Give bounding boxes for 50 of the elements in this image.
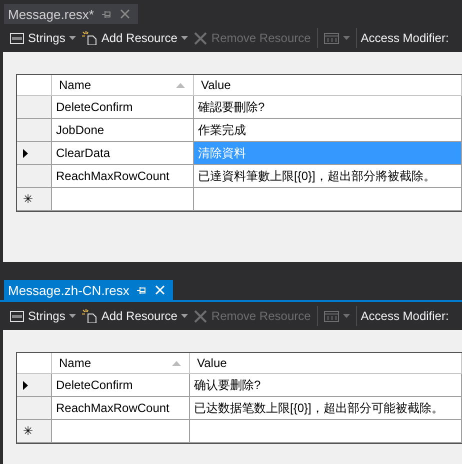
value-cell[interactable]: 已達資料筆數上限[{0}]，超出部分將被截除。 bbox=[194, 165, 462, 188]
name-cell[interactable]: DeleteConfirm bbox=[52, 374, 190, 397]
add-resource-dropdown[interactable]: Add Resource bbox=[80, 309, 190, 323]
close-icon[interactable] bbox=[120, 9, 130, 19]
dropdown-caret-icon bbox=[69, 314, 76, 318]
new-name-cell[interactable] bbox=[52, 420, 190, 443]
column-header[interactable]: Value bbox=[194, 75, 462, 96]
name-cell[interactable]: ReachMaxRowCount bbox=[52, 397, 190, 420]
row-header[interactable] bbox=[17, 374, 52, 397]
dropdown-caret-icon bbox=[181, 314, 188, 318]
dropdown-caret-icon bbox=[181, 36, 188, 40]
new-value-cell[interactable] bbox=[190, 420, 462, 443]
new-row-marker: ✳ bbox=[23, 424, 33, 438]
row-header[interactable]: ✳ bbox=[17, 188, 52, 211]
view-dropdown[interactable] bbox=[322, 310, 352, 322]
view-dropdown[interactable] bbox=[322, 32, 352, 44]
grid-view-icon bbox=[324, 310, 339, 322]
pin-icon[interactable] bbox=[102, 10, 112, 18]
row-header[interactable]: ✳ bbox=[17, 420, 52, 443]
new-document-icon bbox=[82, 31, 98, 45]
new-document-icon bbox=[82, 309, 98, 323]
new-row-marker: ✳ bbox=[23, 192, 33, 206]
column-header[interactable]: Name bbox=[52, 353, 190, 374]
dropdown-caret-icon bbox=[342, 314, 350, 318]
strings-dropdown[interactable]: Strings bbox=[8, 309, 78, 323]
name-cell[interactable]: JobDone bbox=[52, 119, 194, 142]
dropdown-caret-icon bbox=[342, 36, 350, 40]
value-cell[interactable]: 已达数据笔数上限[{0}]，超出部分可能被截除。 bbox=[190, 397, 462, 420]
column-header[interactable]: Value bbox=[190, 353, 462, 374]
new-name-cell[interactable] bbox=[52, 188, 194, 211]
name-cell[interactable]: ReachMaxRowCount bbox=[52, 165, 194, 188]
value-cell[interactable]: 確認要刪除? bbox=[194, 96, 462, 119]
dropdown-caret-icon bbox=[69, 36, 76, 40]
delete-icon bbox=[194, 310, 208, 322]
column-header[interactable]: Name bbox=[52, 75, 194, 96]
row-header[interactable] bbox=[17, 142, 52, 165]
grid-view-icon bbox=[324, 32, 339, 44]
abc-icon bbox=[10, 310, 24, 322]
access-modifier-label: Access Modifier: bbox=[360, 31, 449, 45]
name-cell[interactable]: DeleteConfirm bbox=[52, 96, 194, 119]
strings-dropdown[interactable]: Strings bbox=[8, 31, 78, 45]
new-value-cell[interactable] bbox=[194, 188, 462, 211]
abc-icon bbox=[10, 32, 24, 44]
current-row-icon bbox=[23, 380, 28, 390]
document-tab[interactable]: Message.resx* bbox=[4, 4, 138, 24]
add-resource-dropdown[interactable]: Add Resource bbox=[80, 31, 190, 45]
current-row-icon bbox=[23, 148, 28, 158]
access-modifier-label: Access Modifier: bbox=[360, 309, 449, 323]
value-cell[interactable]: 确认要删除? bbox=[190, 374, 462, 397]
delete-icon bbox=[194, 32, 208, 44]
